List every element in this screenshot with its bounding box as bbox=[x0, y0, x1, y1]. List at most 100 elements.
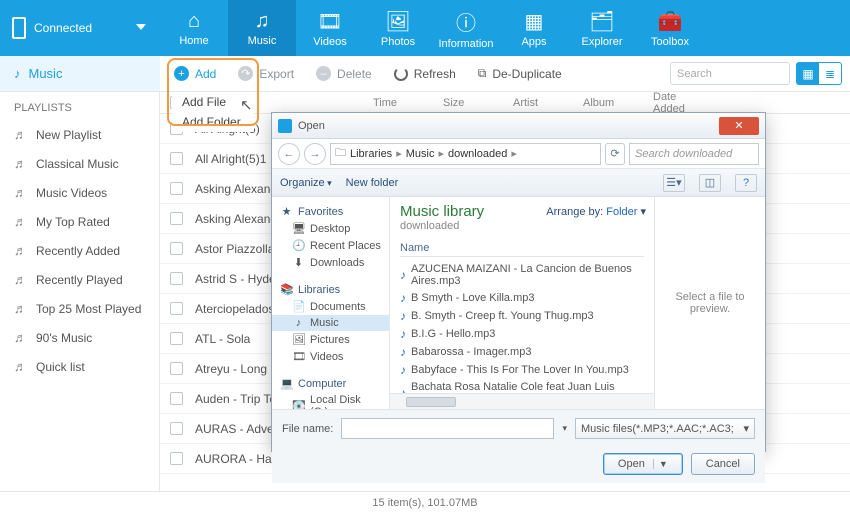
help-button[interactable]: ? bbox=[735, 174, 757, 192]
videos-icon: 🎞 bbox=[292, 350, 305, 363]
organize-button[interactable]: Organize bbox=[280, 177, 332, 189]
filetype-select[interactable]: Music files(*.MP3;*.AAC;*.AC3;▾ bbox=[575, 418, 755, 439]
nav-videos[interactable]: 🎞Videos bbox=[296, 0, 364, 56]
recent-places-item[interactable]: 🕘Recent Places bbox=[272, 237, 389, 254]
playlist-item[interactable]: ♬Music Videos bbox=[0, 178, 159, 207]
playlist-icon: ♬ bbox=[14, 214, 28, 229]
playlist-item[interactable]: ♬Classical Music bbox=[0, 149, 159, 178]
add-folder-item[interactable]: Add Folder bbox=[172, 112, 254, 132]
horizontal-scrollbar[interactable] bbox=[390, 393, 654, 409]
cancel-button[interactable]: Cancel bbox=[691, 453, 755, 475]
breadcrumb-segment[interactable]: downloaded bbox=[448, 148, 507, 160]
back-button[interactable]: ← bbox=[278, 143, 300, 165]
file-row[interactable]: ♪AZUCENA MAIZANI - La Cancion de Buenos … bbox=[400, 261, 644, 289]
nav-apps[interactable]: ▦Apps bbox=[500, 0, 568, 56]
audio-file-icon: ♪ bbox=[400, 291, 406, 305]
filename-input[interactable] bbox=[341, 418, 554, 439]
view-mode-button[interactable]: ☰▾ bbox=[663, 174, 685, 192]
dialog-toolbar: Organize New folder ☰▾ ◫ ? bbox=[272, 169, 765, 197]
file-row[interactable]: ♪B. Smyth - Creep ft. Young Thug.mp3 bbox=[400, 307, 644, 325]
pictures-item[interactable]: 🖼Pictures bbox=[272, 331, 389, 348]
export-button[interactable]: ↷ Export bbox=[238, 66, 294, 81]
forward-button[interactable]: → bbox=[304, 143, 326, 165]
deduplicate-button[interactable]: ⧉ De-Duplicate bbox=[478, 66, 562, 81]
row-checkbox[interactable] bbox=[170, 242, 183, 255]
list-header: NameTimeSizeArtistAlbumDate Added bbox=[160, 92, 850, 114]
breadcrumb-segment[interactable]: Libraries bbox=[350, 148, 392, 160]
documents-item[interactable]: 📄Documents bbox=[272, 298, 389, 315]
preview-pane: Select a file to preview. bbox=[655, 197, 765, 409]
column-time[interactable]: Time bbox=[365, 97, 435, 109]
computer-group[interactable]: 💻Computer bbox=[272, 373, 389, 392]
nav-explorer[interactable]: 🗂Explorer bbox=[568, 0, 636, 56]
playlist-item[interactable]: ♬Quick list bbox=[0, 352, 159, 381]
libraries-group[interactable]: 📚Libraries bbox=[272, 279, 389, 298]
row-checkbox[interactable] bbox=[170, 212, 183, 225]
sidebar-header: PLAYLISTS bbox=[0, 92, 159, 120]
recent-icon: 🕘 bbox=[292, 239, 305, 252]
nav-photos[interactable]: 🖼Photos bbox=[364, 0, 432, 56]
row-checkbox[interactable] bbox=[170, 422, 183, 435]
favorites-group[interactable]: ★Favorites bbox=[272, 201, 389, 220]
refresh-nav-button[interactable]: ⟳ bbox=[605, 143, 625, 165]
playlist-item[interactable]: ♬Top 25 Most Played bbox=[0, 294, 159, 323]
row-checkbox[interactable] bbox=[170, 182, 183, 195]
search-input[interactable]: Search bbox=[670, 62, 790, 85]
row-checkbox[interactable] bbox=[170, 332, 183, 345]
row-checkbox[interactable] bbox=[170, 392, 183, 405]
name-column-header[interactable]: Name bbox=[400, 238, 644, 257]
file-row[interactable]: ♪B.I.G - Hello.mp3 bbox=[400, 325, 644, 343]
playlist-item[interactable]: ♬90's Music bbox=[0, 323, 159, 352]
breadcrumb[interactable]: 🗀 Libraries▸Music▸downloaded▸ bbox=[330, 143, 601, 165]
open-button[interactable]: Open▼ bbox=[603, 453, 683, 475]
file-row[interactable]: ♪B Smyth - Love Killa.mp3 bbox=[400, 289, 644, 307]
playlist-item[interactable]: ♬New Playlist bbox=[0, 120, 159, 149]
desktop-item[interactable]: 🖥Desktop bbox=[272, 220, 389, 237]
column-size[interactable]: Size bbox=[435, 97, 505, 109]
row-checkbox[interactable] bbox=[170, 272, 183, 285]
add-button[interactable]: + Add bbox=[174, 66, 216, 81]
music-note-icon: ♪ bbox=[14, 66, 21, 81]
file-row[interactable]: ♪Babarossa - Imager.mp3 bbox=[400, 343, 644, 361]
export-icon: ↷ bbox=[238, 66, 253, 81]
column-date-added[interactable]: Date Added bbox=[645, 91, 715, 115]
playlist-item[interactable]: ♬Recently Played bbox=[0, 265, 159, 294]
row-checkbox[interactable] bbox=[170, 452, 183, 465]
nav-toolbox[interactable]: 🧰Toolbox bbox=[636, 0, 704, 56]
close-button[interactable]: ✕ bbox=[719, 117, 759, 135]
delete-button[interactable]: – Delete bbox=[316, 66, 372, 81]
music-item[interactable]: ♪Music bbox=[272, 315, 389, 331]
grid-view-button[interactable]: ▦ bbox=[797, 63, 819, 84]
refresh-button[interactable]: Refresh bbox=[394, 67, 456, 81]
nav-information[interactable]: ⓘInformation bbox=[432, 0, 500, 56]
dialog-search-input[interactable]: Search downloaded bbox=[629, 143, 759, 165]
device-dropdown[interactable]: Connected bbox=[0, 0, 160, 56]
row-checkbox[interactable] bbox=[170, 152, 183, 165]
disk-c-item[interactable]: 💽Local Disk (C:) bbox=[272, 392, 389, 409]
main-nav: ⌂Home♫Music🎞Videos🖼PhotosⓘInformation▦Ap… bbox=[160, 0, 704, 56]
row-checkbox[interactable] bbox=[170, 362, 183, 375]
arrange-by[interactable]: Arrange by: Folder ▾ bbox=[546, 205, 646, 218]
dialog-titlebar[interactable]: Open ✕ bbox=[272, 113, 765, 139]
phone-icon bbox=[12, 17, 26, 39]
nav-music[interactable]: ♫Music bbox=[228, 0, 296, 56]
playlist-icon: ♬ bbox=[14, 272, 28, 287]
playlist-item[interactable]: ♬Recently Added bbox=[0, 236, 159, 265]
nav-home[interactable]: ⌂Home bbox=[160, 0, 228, 56]
section-tab-music[interactable]: ♪ Music bbox=[0, 56, 160, 91]
column-album[interactable]: Album bbox=[575, 97, 645, 109]
downloads-item[interactable]: ⬇Downloads bbox=[272, 254, 389, 271]
breadcrumb-segment[interactable]: Music bbox=[406, 148, 435, 160]
row-checkbox[interactable] bbox=[170, 302, 183, 315]
file-row[interactable]: ♪Babyface - This Is For The Lover In You… bbox=[400, 361, 644, 379]
videos-item[interactable]: 🎞Videos bbox=[272, 348, 389, 365]
section-label: Music bbox=[29, 66, 63, 81]
new-folder-button[interactable]: New folder bbox=[346, 177, 399, 189]
dialog-nav: ← → 🗀 Libraries▸Music▸downloaded▸ ⟳ Sear… bbox=[272, 139, 765, 169]
minus-icon: – bbox=[316, 66, 331, 81]
list-view-button[interactable]: ≣ bbox=[819, 63, 841, 84]
preview-pane-button[interactable]: ◫ bbox=[699, 174, 721, 192]
toolbar: ♪ Music + Add ↷ Export – Delete Refresh … bbox=[0, 56, 850, 92]
playlist-item[interactable]: ♬My Top Rated bbox=[0, 207, 159, 236]
column-artist[interactable]: Artist bbox=[505, 97, 575, 109]
